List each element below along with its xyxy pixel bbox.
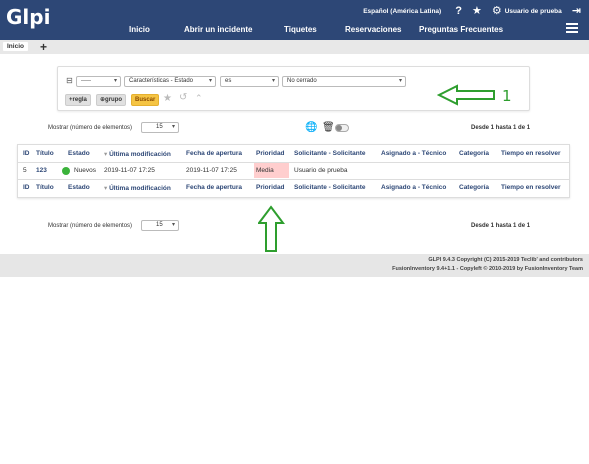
show-count-label: Mostrar (número de elementos) (48, 125, 133, 131)
col-tiempo-resolver-footer[interactable]: Tiempo en resolver (501, 184, 561, 191)
menu-preguntas-frecuentes[interactable]: Preguntas Frecuentes (419, 25, 503, 34)
criteria-value-select[interactable]: No cerrado ▾ (282, 76, 406, 87)
footer-copyright-fusion[interactable]: FusionInventory 9.4+1.1 - Copyleft © 201… (392, 266, 583, 272)
col-id[interactable]: ID (23, 150, 30, 157)
menu-abrir-incidente[interactable]: Abrir un incidente (184, 25, 252, 34)
per-page-select[interactable]: 15 ▾ (141, 122, 179, 133)
star-icon[interactable]: ★ (472, 4, 482, 18)
cell-priority: Media (256, 167, 274, 174)
divider (18, 162, 569, 163)
col-ultima-modificacion-footer[interactable]: ▾ Última modificación (104, 184, 171, 192)
cell-requester: Usuario de prueba (294, 167, 348, 174)
user-name: Usuario de prueba (504, 7, 562, 15)
cell-status: Nuevos (74, 167, 97, 174)
chevron-down-icon: ▾ (171, 124, 175, 130)
toggle-switch[interactable] (335, 124, 349, 132)
cell-title-link[interactable]: 123 (36, 167, 47, 174)
language-selector[interactable]: Español (América Latina) (363, 8, 441, 15)
annotation-arrow-2 (258, 205, 285, 252)
breadcrumb-home[interactable]: Inicio (3, 42, 28, 51)
chevron-down-icon: ▾ (171, 222, 175, 228)
col-estado-footer[interactable]: Estado (68, 184, 90, 191)
criteria-operator-select[interactable]: es ▾ (220, 76, 279, 87)
pager-text: Desde 1 hasta 1 de 1 (471, 125, 531, 131)
col-id-footer[interactable]: ID (23, 184, 30, 191)
cell-opened: 2019-11-07 17:25 (186, 167, 237, 174)
remove-criteria-icon[interactable]: ⊟ (66, 76, 73, 85)
col-fecha-apertura-footer[interactable]: Fecha de apertura (186, 184, 242, 191)
chevron-down-icon: ▾ (113, 78, 117, 84)
cell-id: 5 (23, 167, 27, 174)
col-prioridad-footer[interactable]: Prioridad (256, 184, 285, 191)
col-categoria[interactable]: Categoría (459, 150, 489, 157)
col-titulo[interactable]: Título (36, 150, 54, 157)
menu-tiquetes[interactable]: Tiquetes (284, 25, 317, 34)
user-menu[interactable]: ⚙ Usuario de prueba (492, 4, 562, 18)
col-categoria-footer[interactable]: Categoría (459, 184, 489, 191)
gear-icon: ⚙ (491, 5, 502, 17)
annotation-label-1: 1 (502, 87, 512, 105)
annotation-arrow-1 (437, 84, 495, 106)
col-asignado-footer[interactable]: Asignado a - Técnico (381, 184, 446, 191)
chevron-down-icon: ▾ (398, 78, 402, 84)
status-new-icon (62, 167, 70, 175)
col-estado[interactable]: Estado (68, 150, 90, 157)
star-icon[interactable]: ★ (163, 93, 172, 104)
question-icon[interactable]: ? (455, 4, 462, 18)
ticket-table: ID Título Estado ▾ Última modificación F… (17, 144, 570, 198)
col-titulo-footer[interactable]: Título (36, 184, 54, 191)
add-icon[interactable]: + (40, 40, 47, 54)
col-ultima-modificacion[interactable]: ▾ Última modificación (104, 150, 171, 158)
main-menu: Inicio Abrir un incidente Tiquetes Reser… (0, 22, 589, 39)
divider (18, 179, 569, 180)
footer-copyright-glpi[interactable]: GLPI 9.4.3 Copyright (C) 2015-2019 Tecli… (428, 257, 583, 263)
menu-reservaciones[interactable]: Reservaciones (345, 25, 401, 34)
pager-text-bottom: Desde 1 hasta 1 de 1 (471, 223, 531, 229)
menu-inicio[interactable]: Inicio (129, 25, 150, 34)
search-button[interactable]: Buscar (131, 94, 160, 106)
collapse-icon[interactable]: ⌃ (195, 93, 203, 104)
hamburger-menu-icon[interactable] (566, 23, 578, 34)
globe-icon[interactable]: 🌐 (305, 122, 317, 133)
col-asignado[interactable]: Asignado a - Técnico (381, 150, 446, 157)
top-bar: Español (América Latina) ? ★ ⚙ Usuario d… (363, 4, 581, 18)
criteria-link-select[interactable]: ----- ▾ (76, 76, 121, 87)
show-count-label-bottom: Mostrar (número de elementos) (48, 223, 133, 229)
col-tiempo-resolver[interactable]: Tiempo en resolver (501, 150, 561, 157)
add-group-button[interactable]: ⊕grupo (96, 94, 127, 106)
logout-icon[interactable]: ⇥ (572, 4, 581, 18)
breadcrumb: Inicio + (0, 40, 589, 54)
toggle-knob (336, 125, 342, 131)
col-prioridad[interactable]: Prioridad (256, 150, 285, 157)
chevron-down-icon: ▾ (208, 78, 212, 84)
cell-modified: 2019-11-07 17:25 (104, 167, 155, 174)
col-solicitante[interactable]: Solicitante - Solicitante (294, 150, 366, 157)
header: Glpi Español (América Latina) ? ★ ⚙ Usua… (0, 0, 589, 40)
reset-icon[interactable]: ↺ (179, 92, 187, 103)
col-fecha-apertura[interactable]: Fecha de apertura (186, 150, 242, 157)
criteria-field-select[interactable]: Características - Estado ▾ (124, 76, 216, 87)
footer: GLPI 9.4.3 Copyright (C) 2015-2019 Tecli… (0, 254, 589, 277)
chevron-down-icon: ▾ (271, 78, 275, 84)
per-page-select-bottom[interactable]: 15 ▾ (141, 220, 179, 231)
col-solicitante-footer[interactable]: Solicitante - Solicitante (294, 184, 366, 191)
trash-icon[interactable]: 🗑 (322, 122, 335, 133)
add-rule-button[interactable]: +regla (65, 94, 91, 106)
